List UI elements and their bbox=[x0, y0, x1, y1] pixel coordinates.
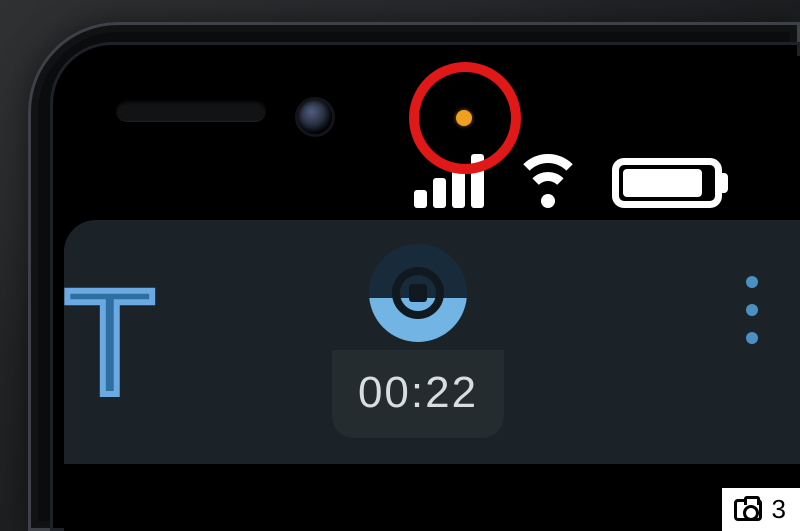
app-title-partial: T bbox=[64, 256, 160, 429]
battery-fill bbox=[623, 169, 702, 197]
screen-lower-black bbox=[64, 464, 800, 531]
photo-closeup-stage: T 00:22 3 bbox=[0, 0, 800, 531]
cellular-signal-icon bbox=[414, 154, 484, 208]
wifi-icon bbox=[512, 154, 584, 208]
stop-icon bbox=[392, 267, 444, 319]
gallery-count: 3 bbox=[772, 494, 786, 525]
image-gallery-count-badge[interactable]: 3 bbox=[722, 488, 800, 531]
status-bar bbox=[414, 138, 774, 212]
camera-icon bbox=[734, 499, 762, 521]
privacy-indicator-dot-icon bbox=[456, 110, 472, 126]
more-menu-button[interactable] bbox=[746, 276, 758, 344]
kebab-dot-icon bbox=[746, 304, 758, 316]
record-stop-button[interactable] bbox=[369, 244, 467, 342]
iphone-screen: T 00:22 bbox=[64, 56, 800, 531]
kebab-dot-icon bbox=[746, 276, 758, 288]
battery-icon bbox=[612, 158, 722, 208]
elapsed-time: 00:22 bbox=[332, 350, 504, 438]
earpiece-speaker bbox=[116, 100, 266, 122]
recorder-app-bar: T 00:22 bbox=[64, 220, 800, 464]
recording-control-group: 00:22 bbox=[328, 244, 508, 438]
kebab-dot-icon bbox=[746, 332, 758, 344]
front-camera bbox=[298, 100, 332, 134]
